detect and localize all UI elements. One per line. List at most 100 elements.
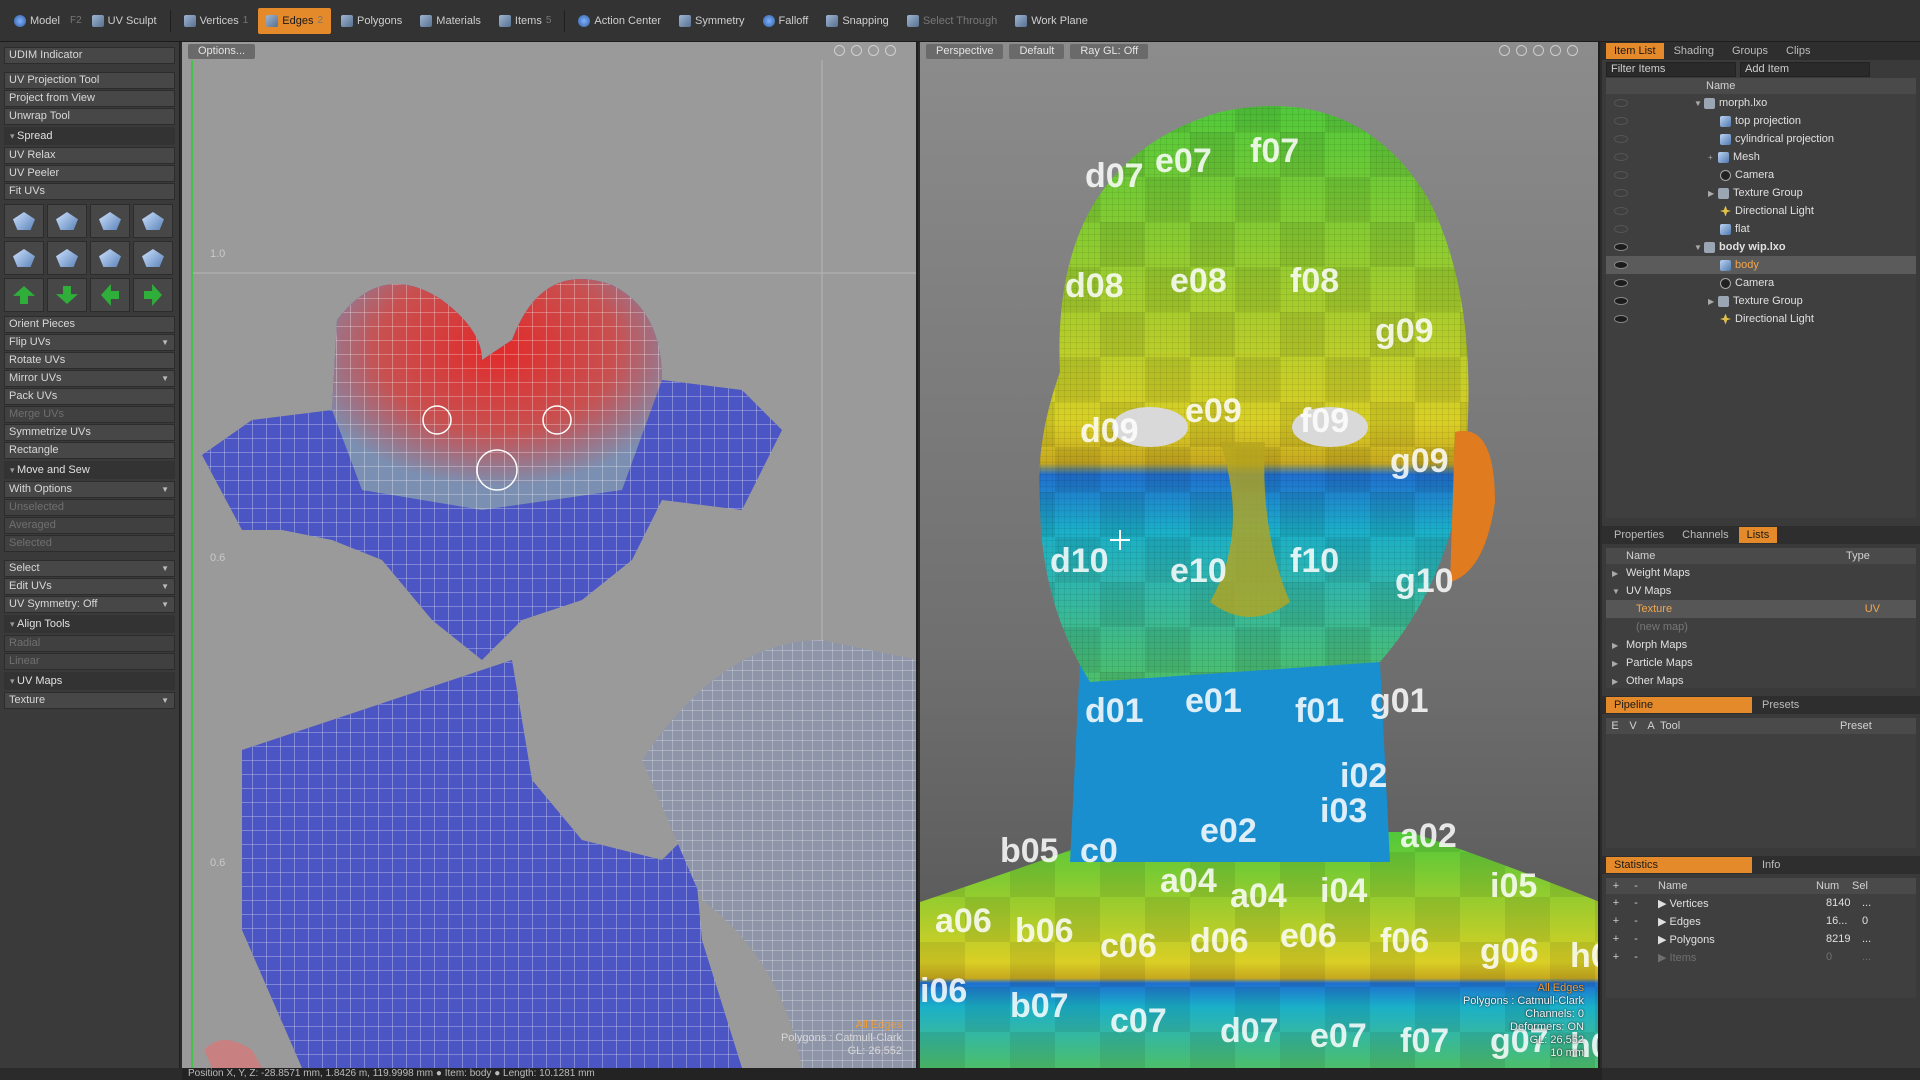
add-item-dropdown[interactable]: Add Item — [1740, 62, 1870, 77]
move-down-arrow-icon[interactable] — [47, 278, 87, 312]
radial-button[interactable]: Radial — [4, 635, 175, 652]
settings-icon[interactable] — [885, 45, 896, 56]
uv-tool-icon-3[interactable] — [90, 204, 130, 238]
list-item-texture[interactable]: Texture UV — [1606, 600, 1916, 618]
rotate-uvs-button[interactable]: Rotate UVs — [4, 352, 175, 369]
work-plane-button[interactable]: Work Plane — [1007, 8, 1096, 34]
items-button[interactable]: Items 5 — [491, 8, 559, 34]
uv-options-button[interactable]: Options... — [188, 43, 256, 59]
uv-peeler-button[interactable]: UV Peeler — [4, 165, 175, 182]
uv-tool-icon-4[interactable] — [133, 204, 173, 238]
stat-row-edges[interactable]: + - ▶ Edges 16... 0 — [1606, 912, 1916, 930]
uv-symmetry-dropdown[interactable]: UV Symmetry: Off ▼ — [4, 596, 175, 613]
remove-icon[interactable]: - — [1626, 897, 1646, 909]
settings-icon[interactable] — [1567, 45, 1578, 56]
uv-editor-viewport[interactable]: Options... 1.0 0.6 0.6 All Edges Polygon… — [182, 42, 918, 1068]
zoom-icon[interactable] — [1533, 45, 1544, 56]
maximize-icon[interactable] — [868, 45, 879, 56]
stat-row-items[interactable]: + - ▶ Items 0... — [1606, 948, 1916, 966]
action-center-button[interactable]: Action Center — [570, 8, 669, 34]
pack-uvs-button[interactable]: Pack UVs — [4, 388, 175, 405]
tree-row-mesh[interactable]: + Mesh — [1606, 148, 1916, 166]
expand-icon[interactable]: ▶ — [1708, 297, 1718, 306]
stat-row-vertices[interactable]: + - ▶ Vertices 8140... — [1606, 894, 1916, 912]
visibility-icon[interactable] — [1614, 171, 1628, 179]
tab-presets[interactable]: Presets — [1754, 697, 1807, 713]
tree-row-camera-2[interactable]: Camera — [1606, 274, 1916, 292]
select-dropdown[interactable]: Select ▼ — [4, 560, 175, 577]
remove-icon[interactable]: - — [1626, 933, 1646, 945]
spread-section[interactable]: Spread — [4, 127, 175, 145]
unwrap-tool-button[interactable]: Unwrap Tool — [4, 108, 175, 125]
visibility-icon[interactable] — [1614, 117, 1628, 125]
udim-indicator-button[interactable]: UDIM Indicator — [4, 47, 175, 64]
linear-button[interactable]: Linear — [4, 653, 175, 670]
mode-model-button[interactable]: Model — [6, 8, 68, 34]
visibility-icon[interactable] — [1614, 315, 1628, 323]
tree-row-cylindrical-projection[interactable]: cylindrical projection — [1606, 130, 1916, 148]
tab-lists[interactable]: Lists — [1738, 527, 1778, 543]
tree-row-flat[interactable]: flat — [1606, 220, 1916, 238]
visibility-icon[interactable] — [1614, 189, 1628, 197]
pan-icon[interactable] — [1499, 45, 1510, 56]
selected-button[interactable]: Selected — [4, 535, 175, 552]
visibility-icon[interactable] — [1614, 135, 1628, 143]
fit-uvs-button[interactable]: Fit UVs — [4, 183, 175, 200]
vertices-button[interactable]: Vertices 1 — [176, 8, 257, 34]
expand-icon[interactable]: + — [1708, 153, 1718, 162]
collapse-icon[interactable]: ▼ — [1694, 243, 1704, 252]
remove-icon[interactable]: - — [1626, 878, 1646, 894]
pan-icon[interactable] — [834, 45, 845, 56]
tree-row-texture-group-2[interactable]: ▶ Texture Group — [1606, 292, 1916, 310]
edit-uvs-dropdown[interactable]: Edit UVs ▼ — [4, 578, 175, 595]
list-item-particle-maps[interactable]: ▶ Particle Maps — [1606, 654, 1916, 672]
list-item-morph-maps[interactable]: ▶ Morph Maps — [1606, 636, 1916, 654]
with-options-dropdown[interactable]: With Options ▼ — [4, 481, 175, 498]
collapse-icon[interactable]: ▼ — [1694, 99, 1704, 108]
tab-shading[interactable]: Shading — [1666, 43, 1722, 59]
averaged-button[interactable]: Averaged — [4, 517, 175, 534]
tree-row-camera[interactable]: Camera — [1606, 166, 1916, 184]
flip-uvs-dropdown[interactable]: Flip UVs ▼ — [4, 334, 175, 351]
uv-projection-tool-button[interactable]: UV Projection Tool — [4, 72, 175, 89]
perspective-button[interactable]: Perspective — [926, 43, 1004, 59]
tab-info[interactable]: Info — [1754, 857, 1788, 873]
rotate-icon[interactable] — [1516, 45, 1527, 56]
edges-button[interactable]: Edges 2 — [258, 7, 332, 34]
visibility-icon[interactable] — [1614, 297, 1628, 305]
move-and-sew-section[interactable]: Move and Sew — [4, 461, 175, 479]
visibility-icon[interactable] — [1614, 279, 1628, 287]
list-item-other-maps[interactable]: ▶ Other Maps — [1606, 672, 1916, 690]
unselected-button[interactable]: Unselected — [4, 499, 175, 516]
move-right-arrow-icon[interactable] — [133, 278, 173, 312]
uv-tool-icon-8[interactable] — [133, 241, 173, 275]
materials-button[interactable]: Materials — [412, 8, 489, 34]
visibility-icon[interactable] — [1614, 153, 1628, 161]
falloff-button[interactable]: Falloff — [755, 8, 817, 34]
tree-row-body[interactable]: body — [1606, 256, 1916, 274]
uv-tool-icon-7[interactable] — [90, 241, 130, 275]
uv-tool-icon-6[interactable] — [47, 241, 87, 275]
snapping-button[interactable]: Snapping — [818, 8, 897, 34]
style-default-button[interactable]: Default — [1009, 43, 1065, 59]
align-tools-section[interactable]: Align Tools — [4, 615, 175, 633]
uv-tool-icon-2[interactable] — [47, 204, 87, 238]
uv-tool-icon-1[interactable] — [4, 204, 44, 238]
uv-maps-section[interactable]: UV Maps — [4, 672, 175, 690]
uv-map-select[interactable]: Texture ▼ — [4, 692, 175, 709]
project-from-view-button[interactable]: Project from View — [4, 90, 175, 107]
raygl-button[interactable]: Ray GL: Off — [1070, 43, 1149, 59]
symmetrize-uvs-button[interactable]: Symmetrize UVs — [4, 424, 175, 441]
add-icon[interactable]: + — [1606, 878, 1626, 894]
remove-icon[interactable]: - — [1626, 915, 1646, 927]
tree-row-directional-light-2[interactable]: Directional Light — [1606, 310, 1916, 328]
tree-row-body-wip-lxo[interactable]: ▼ body wip.lxo — [1606, 238, 1916, 256]
tree-row-morph-lxo[interactable]: ▼ morph.lxo — [1606, 94, 1916, 112]
mirror-uvs-dropdown[interactable]: Mirror UVs ▼ — [4, 370, 175, 387]
expand-icon[interactable]: ▶ — [1708, 189, 1718, 198]
tab-pipeline[interactable]: Pipeline — [1606, 697, 1752, 713]
visibility-icon[interactable] — [1614, 99, 1628, 107]
add-icon[interactable]: + — [1606, 897, 1626, 909]
tab-clips[interactable]: Clips — [1778, 43, 1818, 59]
perspective-viewport[interactable]: d07 e07 f07 d08 e08 f08 g09 d09 e09 f09 g09 d10 e10 f… — [920, 42, 1600, 1068]
